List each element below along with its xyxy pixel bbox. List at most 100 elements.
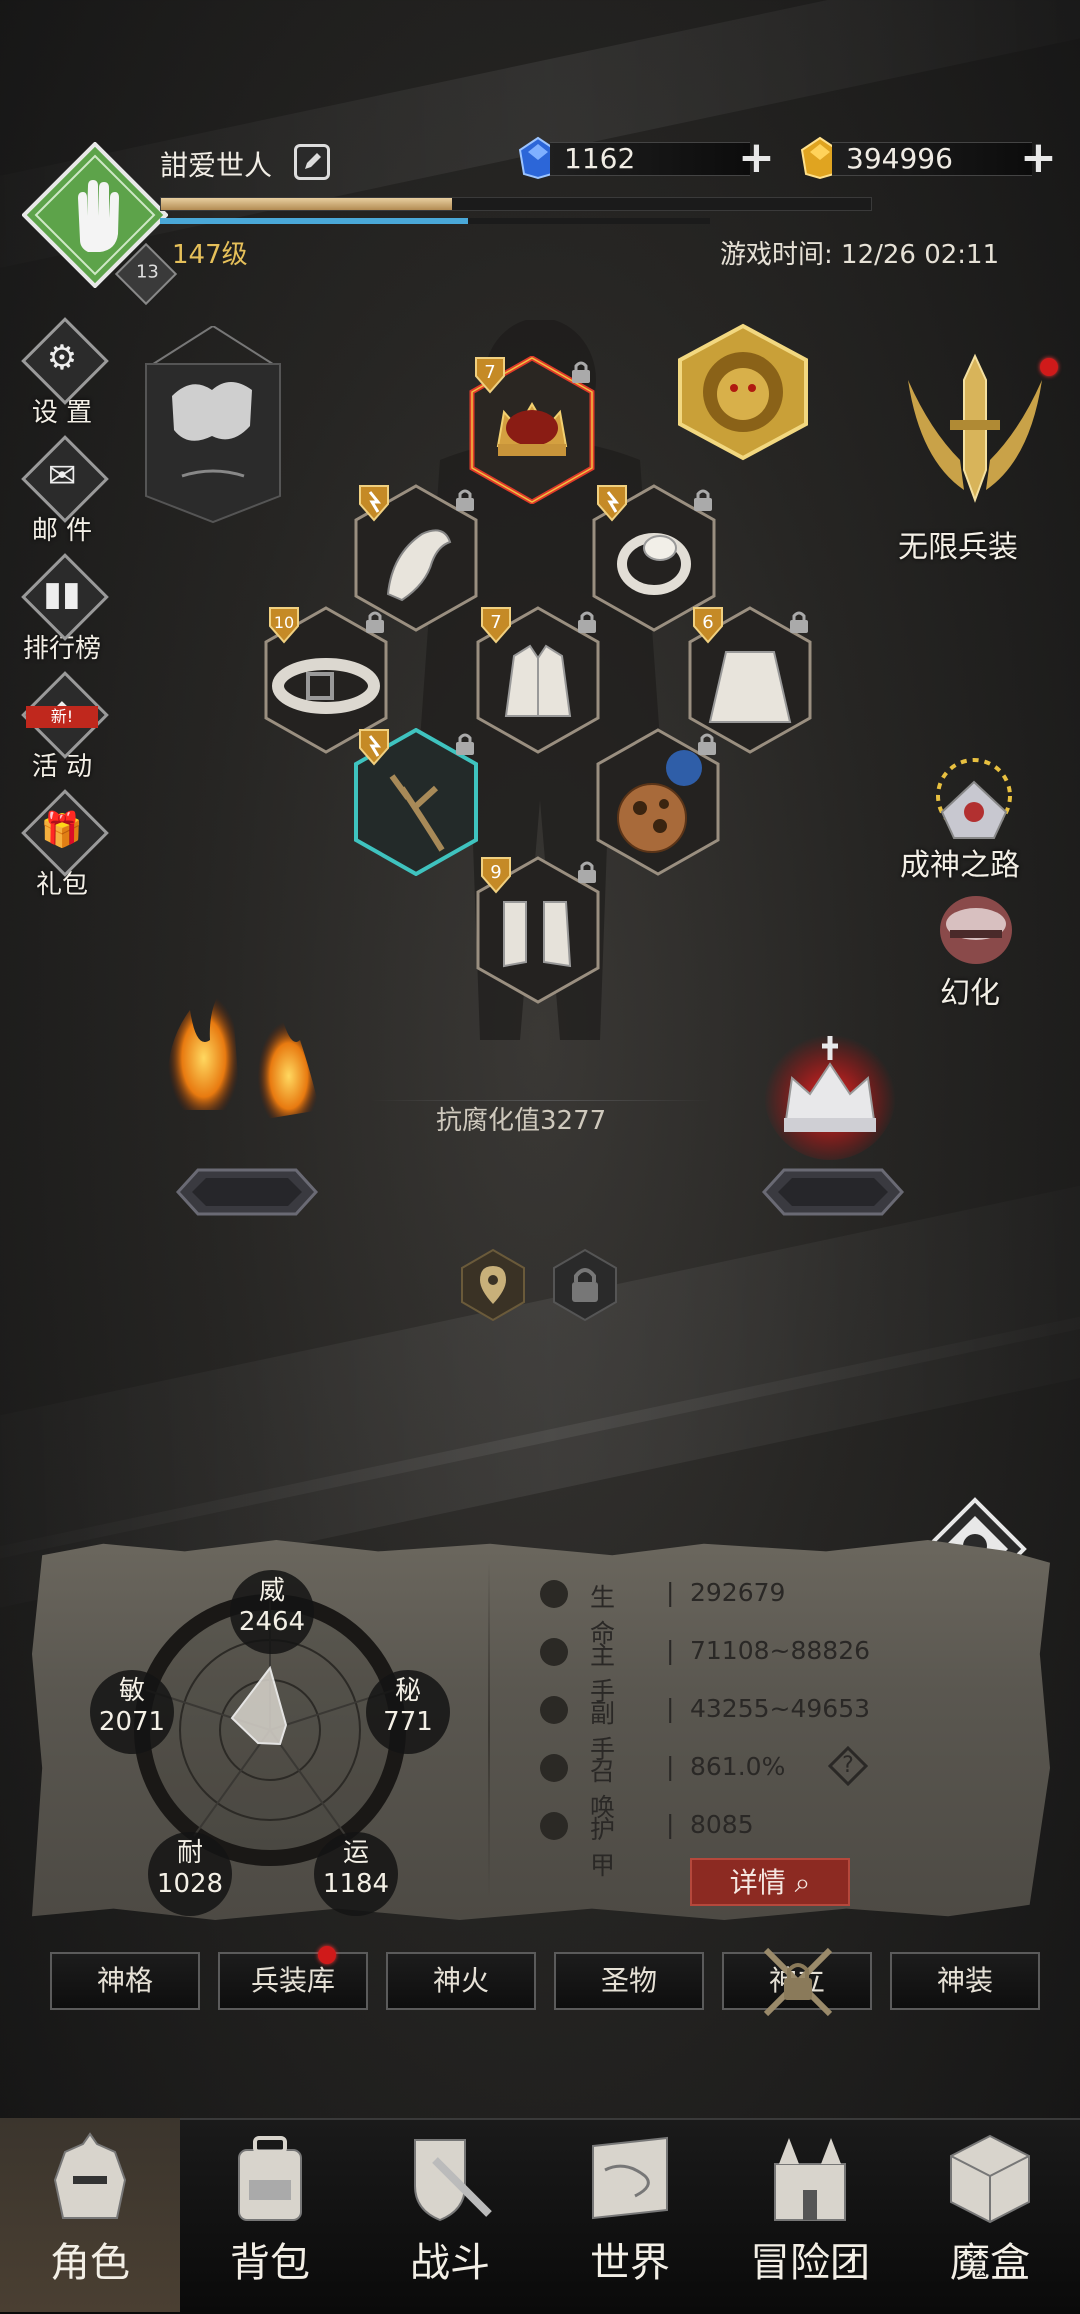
location-pin-button[interactable] [460, 1248, 526, 1322]
level-shield-icon: 6 [693, 607, 723, 644]
morph-icon[interactable] [934, 890, 1018, 970]
guild-banner[interactable] [142, 326, 284, 526]
dagger-icon [540, 1696, 568, 1724]
leaderboard-button[interactable]: ▮▮ 排行榜 [14, 553, 110, 665]
lock-icon [456, 733, 474, 755]
attr-wei: 威 2464 [238, 1576, 306, 1637]
nav-world[interactable]: 世界 [540, 2118, 720, 2312]
blue-gem-amount: 1162 [564, 142, 636, 175]
secondary-bar [160, 218, 710, 224]
tower-icon: ▮▮ [43, 574, 81, 614]
tab-locked[interactable]: 神立 [722, 1947, 872, 2017]
nav-magic-box-label: 魔盒 [950, 2240, 1030, 2286]
lock-icon [578, 861, 596, 883]
cube-icon [950, 2134, 1030, 2224]
attr-min: 敏 2071 [98, 1676, 166, 1737]
add-blue-gem-button[interactable]: + [738, 136, 775, 180]
blue-gem-currency: 1162 + [516, 136, 776, 180]
level-shield-icon [359, 729, 389, 766]
level-shield-icon: 9 [481, 857, 511, 894]
activity-button[interactable]: ◆ 新! 活 动 [14, 671, 110, 783]
gold-amount: 394996 [846, 142, 953, 175]
envelope-icon: ✉ [47, 456, 77, 496]
gift-icon: 🎁 [40, 810, 84, 850]
add-gold-button[interactable]: + [1020, 136, 1057, 180]
left-pedestal [175, 1168, 319, 1216]
help-icon[interactable]: ? [827, 1745, 869, 1787]
player-name: 詌爱世人 [160, 149, 273, 182]
crossed-chain-lock-icon [763, 1947, 833, 2017]
map-scroll-icon [592, 2136, 668, 2220]
infinite-gear-label[interactable]: 无限兵装 [898, 522, 1018, 566]
notification-dot [1040, 358, 1058, 376]
nav-backpack[interactable]: 背包 [180, 2118, 360, 2312]
level-shield-icon: 10 [269, 607, 299, 644]
panel-divider [488, 1560, 490, 1900]
cloak-level: 6 [702, 612, 713, 633]
level-shield-icon [359, 485, 389, 522]
lock-button[interactable] [552, 1248, 618, 1322]
edit-name-icon[interactable] [294, 144, 330, 180]
crown-relic-icon[interactable] [760, 1020, 900, 1160]
lock-icon [366, 611, 384, 633]
gift-button[interactable]: 🎁 礼包 [14, 789, 110, 901]
right-pedestal [761, 1168, 905, 1216]
lock-icon [694, 489, 712, 511]
tab-armory[interactable]: 兵装库 [218, 1952, 368, 2010]
gear-slot-boots[interactable]: 9 [474, 856, 602, 1004]
godhood-path-label[interactable]: 成神之路 [900, 840, 1020, 884]
backpack-icon [238, 2136, 302, 2221]
player-level: 147级 [172, 240, 248, 270]
tab-godhood[interactable]: 神格 [50, 1952, 200, 2010]
lock-icon [456, 489, 474, 511]
armor-icon [540, 1812, 568, 1840]
gear-slot-branch[interactable] [352, 727, 480, 877]
magnifier-icon: ⌕ [794, 1866, 811, 1899]
gear-slot-orb[interactable] [594, 728, 722, 876]
tab-divine-fire[interactable]: 神火 [386, 1952, 536, 2010]
nav-battle[interactable]: 战斗 [360, 2118, 540, 2312]
belt-level: 10 [274, 613, 294, 632]
heart-icon [540, 1580, 568, 1608]
details-label: 详情 [729, 1866, 786, 1899]
godhood-path-icon[interactable] [924, 752, 1024, 852]
new-badge: 新! [26, 706, 98, 728]
lock-icon [698, 733, 716, 755]
nav-character[interactable]: 角色 [0, 2118, 180, 2312]
gold-currency: 394996 + [798, 136, 1058, 180]
corrosion-resistance: 抗腐化值3277 [436, 1106, 607, 1136]
crown-level: 7 [484, 362, 495, 383]
experience-bar [160, 197, 872, 211]
nav-backpack-label: 背包 [230, 2240, 310, 2286]
settings-button[interactable]: ⚙ 设 置 [14, 317, 110, 429]
tab-relic[interactable]: 圣物 [554, 1952, 704, 2010]
sword-icon [540, 1638, 568, 1666]
gear-icon: ⚙ [46, 338, 78, 378]
attr-nai: 耐 1028 [156, 1838, 224, 1899]
lock-icon [790, 611, 808, 633]
castle-icon [774, 2138, 846, 2221]
details-button[interactable]: 详情 ⌕ [690, 1858, 850, 1906]
nav-adventure-team[interactable]: 冒险团 [720, 2118, 900, 2312]
secondary-fill [160, 218, 468, 224]
game-time: 游戏时间: 12/26 02:11 [720, 240, 1000, 270]
infinite-gear-icon[interactable] [900, 350, 1050, 520]
lion-emblem-icon[interactable] [674, 322, 812, 462]
gear-slot-armor[interactable]: 7 [474, 606, 602, 754]
level-shield-icon: 7 [481, 607, 511, 644]
notification-dot [318, 1946, 336, 1964]
armor-level: 7 [490, 612, 501, 633]
gear-slot-crown[interactable]: 7 [468, 355, 596, 505]
summon-icon [540, 1754, 568, 1782]
morph-label[interactable]: 幻化 [940, 968, 1000, 1012]
boots-level: 9 [490, 862, 501, 883]
lock-icon [578, 611, 596, 633]
helmet-icon [53, 2132, 127, 2219]
nav-world-label: 世界 [590, 2240, 670, 2286]
tab-divine-gear[interactable]: 神装 [890, 1952, 1040, 2010]
nav-magic-box[interactable]: 魔盒 [900, 2118, 1080, 2312]
experience-fill [161, 198, 453, 210]
mail-button[interactable]: ✉ 邮 件 [14, 435, 110, 547]
nav-character-label: 角色 [50, 2240, 130, 2286]
lock-icon [572, 361, 590, 383]
